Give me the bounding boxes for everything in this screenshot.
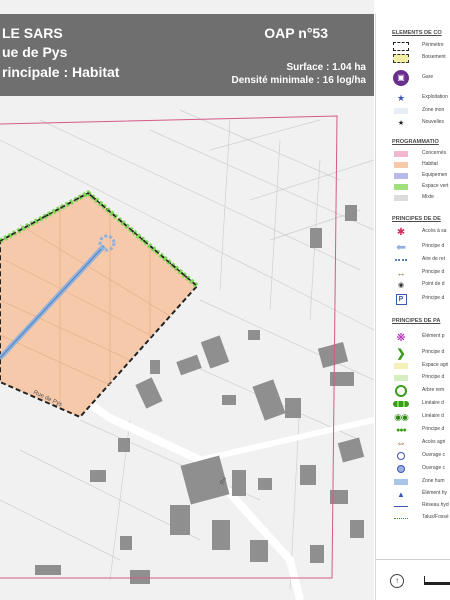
density-text: Densité minimale : 16 log/ha [231,75,366,86]
legend-section-title-programmation: PROGRAMMATIO [392,139,439,145]
light-rect-icon [392,106,410,116]
orange-swatch [392,160,410,170]
legend-item-point: ◉ Point de d [392,280,450,290]
light-green-swatch [392,373,410,383]
blue-swatch [392,171,410,181]
train-icon: ▣ [392,69,410,87]
arrow-left-icon: ⬅ [395,240,407,254]
legend-item-parking: P Principe d [392,293,450,305]
map-area[interactable]: Rue de Pys Ru LE SARS ue de Pys rincipal… [0,0,374,600]
circle-blue-icon [392,451,410,461]
legend-panel: ELEMENTS DE CO Périmètre Boisement ▣ Gar… [375,14,450,600]
legend-item-principe-liaison: ↔ Principe d [392,268,450,278]
legend-item-concernes: Concernés [392,149,450,159]
legend-item-perimetre: Périmètre [392,41,450,51]
scale-tick [424,576,425,582]
blue-swatch [392,477,410,487]
star-red-icon: ✱ [396,226,406,238]
title-line-1: LE SARS [2,25,63,41]
legend-section-title-desserte: PRINCIPES DE DE [392,216,441,222]
grey-swatch [392,193,410,203]
green-swatch [392,182,410,192]
light-yellow-swatch [392,361,410,371]
point-icon: ◉ [397,282,405,289]
tree-icon [392,385,410,397]
legend-item-zone-humide: Zone hum [392,477,450,487]
north-arrow-icon: ↑ [390,574,404,588]
legend-item-zone-inon: Zone inon [392,106,450,116]
asterisk-icon: ❋ [396,331,406,344]
legend-item-principe-vue: ❯ Principe d [392,347,450,360]
legend-item-espace-vert: Espace vert [392,182,450,192]
legend-item-reseau: Réseau hyd [392,501,450,511]
star-icon: ★ [396,92,406,103]
double-arrow-icon: ↔ [396,268,406,278]
title-line-2: ue de Pys [2,44,68,60]
green-dots-icon: ●●● [396,426,407,434]
blue-line-icon [392,501,410,511]
legend-item-ouvrage-2: Ouvrage c [392,464,450,474]
legend-item-principe-haie: ●●● Principe d [392,425,450,435]
surface-text: Surface : 1.04 ha [286,62,366,73]
legend-section-title-elements: ELEMENTS DE CO [392,30,442,36]
pink-swatch [392,149,410,159]
oap-number: OAP n°53 [264,25,328,41]
hedge-icon [392,399,410,409]
title-line-3: rincipale : Habitat [2,64,120,80]
legend-item-principe-vert: Principe d [392,373,450,383]
legend-item-aire-retournement: Aire de ret [392,255,450,265]
dashed-rect-icon [392,41,410,51]
triangle-blue-icon: ▲ [397,489,405,499]
legend-item-nouvelles: ★ Nouvelles [392,118,450,128]
legend-item-lineaire-2: ◉◉ Linéaire d [392,412,450,422]
legend-item-element-hydro: ▲ Élément hy [392,489,450,499]
hedge-double-icon: ◉◉ [394,411,409,422]
double-arrow-brown-icon: ⇔ [396,437,406,449]
legend-item-element: ❋ Élément p [392,331,450,344]
legend-item-equipement: Equipemen [392,171,450,181]
legend-item-acces-agri: ⇔ Accès agri [392,437,450,449]
legend-item-boisement: Boisement [392,53,450,63]
legend-item-principe-desserte: ⬅ Principe d [392,240,450,254]
chevron-icon: ❯ [396,347,406,360]
legend-item-mixte: Mixte [392,193,450,203]
small-star-icon: ★ [397,120,405,127]
legend-item-gare: ▣ Gare [392,69,450,87]
legend-item-espace-agri: Espace agri [392,361,450,371]
dotted-line-icon [392,255,410,265]
legend-item-acces: ✱ Accès à sa [392,226,450,238]
scale-bar [424,582,450,585]
legend-footer-rule [376,559,450,560]
legend-item-arbre: Arbre rem [392,385,450,397]
legend-item-exploitation: ★ Exploitation [392,93,450,103]
dotted-green-line-icon [392,513,410,523]
map-header: LE SARS ue de Pys rincipale : Habitat OA… [0,14,374,96]
parking-icon: P [392,293,410,305]
legend-item-lineaire-1: Linéaire d [392,399,450,409]
legend-item-ouvrage-1: Ouvrage c [392,451,450,461]
legend-item-habitat: Habitat [392,160,450,170]
legend-item-talus: Talus/Fossé [392,513,450,523]
circle-blue2-icon [392,464,410,474]
legend-section-title-paysage: PRINCIPES DE PA [392,318,441,324]
dashed-yellow-rect-icon [392,53,410,63]
